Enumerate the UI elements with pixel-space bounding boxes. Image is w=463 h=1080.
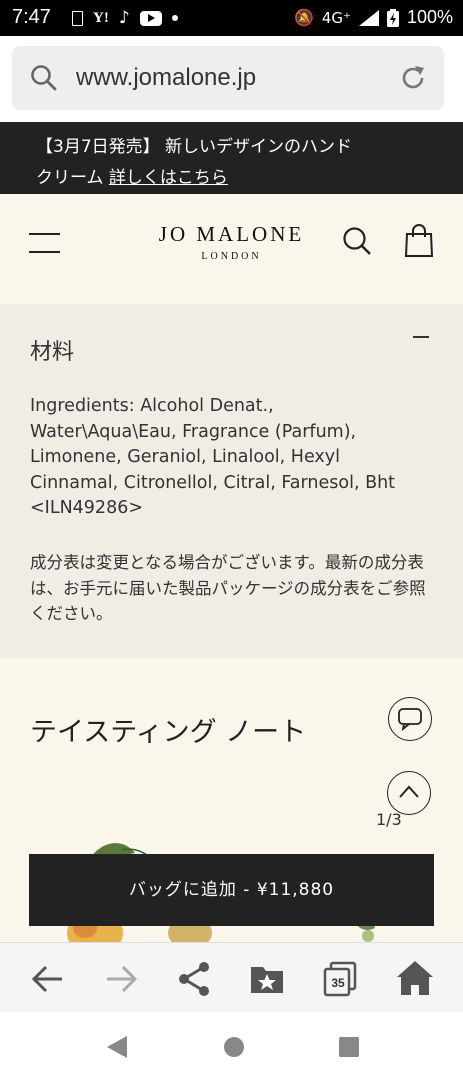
sim-icon xyxy=(72,10,83,26)
forward-arrow-icon[interactable] xyxy=(97,955,145,1003)
shopping-bag-icon[interactable] xyxy=(405,224,433,258)
site-header: JO MALONE LONDON xyxy=(0,194,463,304)
tiktok-icon: ♪ xyxy=(118,8,130,28)
tasting-notes-title: テイスティング ノート xyxy=(30,717,307,748)
brand-logo-sub: LONDON xyxy=(201,251,262,262)
mute-icon: 🔕 xyxy=(293,8,314,27)
network-label: 4G⁺ xyxy=(321,8,351,27)
back-arrow-icon[interactable] xyxy=(24,955,72,1003)
chevron-up-icon xyxy=(399,785,419,798)
signal-icon xyxy=(358,9,379,26)
add-to-bag-button[interactable]: バッグに追加 - ¥11,880 xyxy=(29,854,434,926)
bookmarks-folder-icon[interactable] xyxy=(243,955,291,1003)
nav-home-icon[interactable] xyxy=(223,1036,245,1058)
search-icon xyxy=(31,65,57,91)
home-icon[interactable] xyxy=(391,955,439,1003)
chat-button[interactable] xyxy=(388,697,432,741)
scroll-top-button[interactable] xyxy=(387,771,431,815)
chat-icon xyxy=(398,708,422,731)
yahoo-icon: Y! xyxy=(93,9,109,26)
nav-recents-icon[interactable] xyxy=(339,1037,359,1057)
carousel-pager: 1/3 xyxy=(376,810,402,829)
youtube-icon xyxy=(139,10,162,26)
announcement-line2: クリーム 詳しくはこちら xyxy=(36,163,228,188)
status-time: 7:47 xyxy=(12,6,51,28)
url-text[interactable]: www.jomalone.jp xyxy=(76,64,256,92)
ingredients-heading[interactable]: 材料 xyxy=(30,334,74,366)
announcement-line1: 【3月7日発売】 新しいデザインのハンド xyxy=(36,137,353,157)
ingredients-panel: 材料 Ingredients: Alcohol Denat., Water\Aq… xyxy=(0,304,463,658)
tabs-button[interactable]: 35 xyxy=(316,955,364,1003)
reload-icon[interactable] xyxy=(398,63,428,93)
announcement-line2-text: クリーム xyxy=(36,168,109,188)
announcement-details-link[interactable]: 詳しくはこちら xyxy=(109,168,228,188)
ingredients-list: Ingredients: Alcohol Denat., Water\Aqua\… xyxy=(30,396,396,518)
tasting-notes-section: テイスティング ノート 1/3 バッグに追加 - ¥11,880 xyxy=(0,658,463,942)
tab-count: 35 xyxy=(331,976,345,990)
battery-icon xyxy=(386,8,399,27)
system-navigation-bar xyxy=(0,1012,463,1080)
notification-icons: Y! ♪ xyxy=(72,8,178,28)
share-icon[interactable] xyxy=(170,955,218,1003)
dot-icon xyxy=(171,15,178,21)
battery-percent: 100% xyxy=(406,7,453,27)
browser-address-area: www.jomalone.jp xyxy=(0,36,463,122)
address-bar[interactable]: www.jomalone.jp xyxy=(12,46,444,110)
brand-logo[interactable]: JO MALONE xyxy=(0,222,463,247)
status-bar: 7:47 Y! ♪ 🔕 4G⁺ 100% xyxy=(0,0,463,36)
nav-back-icon[interactable] xyxy=(105,1034,129,1060)
status-right: 🔕 4G⁺ 100% xyxy=(294,7,453,28)
site-search-icon[interactable] xyxy=(342,226,372,256)
announcement-banner: 【3月7日発売】 新しいデザインのハンド クリーム 詳しくはこちら xyxy=(0,122,463,194)
collapse-minus-icon[interactable] xyxy=(413,336,429,338)
ingredients-note: 成分表は変更となる場合がございます。最新の成分表は、お手元に届いた製品パッケージ… xyxy=(30,553,426,623)
browser-toolbar: 35 xyxy=(0,942,463,1013)
